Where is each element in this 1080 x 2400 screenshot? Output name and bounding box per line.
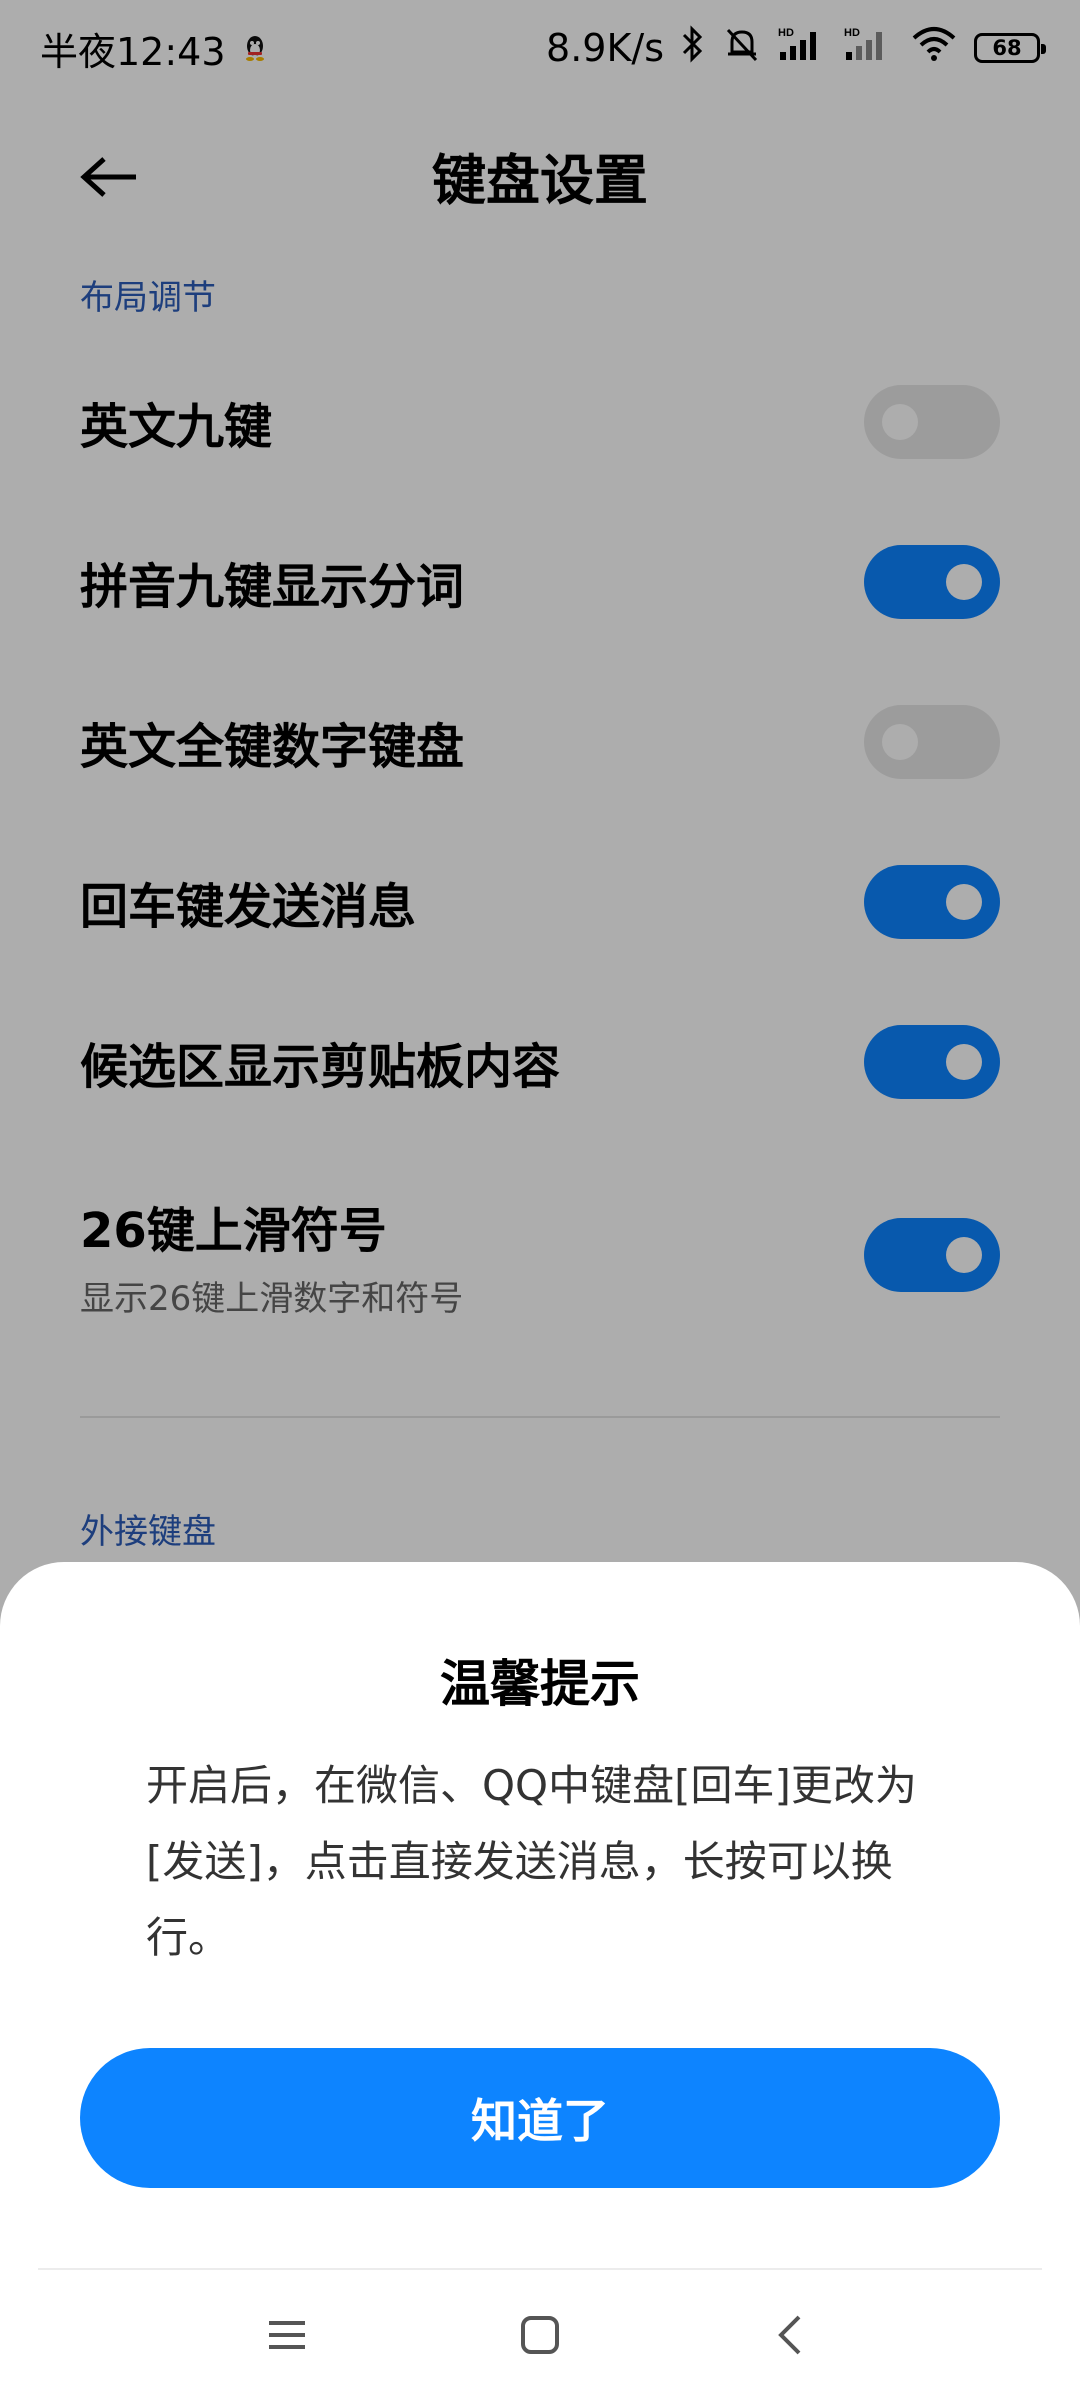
nav-back-button[interactable] xyxy=(745,2290,835,2380)
tip-dialog: 温馨提示 开启后，在微信、QQ中键盘[回车]更改为[发送]，点击直接发送消息，长… xyxy=(0,1562,1080,2400)
menu-button[interactable] xyxy=(242,2290,332,2380)
navigation-bar xyxy=(0,2270,1080,2400)
got-it-button[interactable]: 知道了 xyxy=(80,2048,1000,2188)
dialog-title: 温馨提示 xyxy=(440,1655,640,1713)
dialog-message: 开启后，在微信、QQ中键盘[回车]更改为[发送]，点击直接发送消息，长按可以换行… xyxy=(146,1761,917,1962)
back-icon xyxy=(778,2315,801,2355)
home-icon xyxy=(521,2316,559,2354)
menu-icon xyxy=(269,2321,305,2349)
home-button[interactable] xyxy=(495,2290,585,2380)
